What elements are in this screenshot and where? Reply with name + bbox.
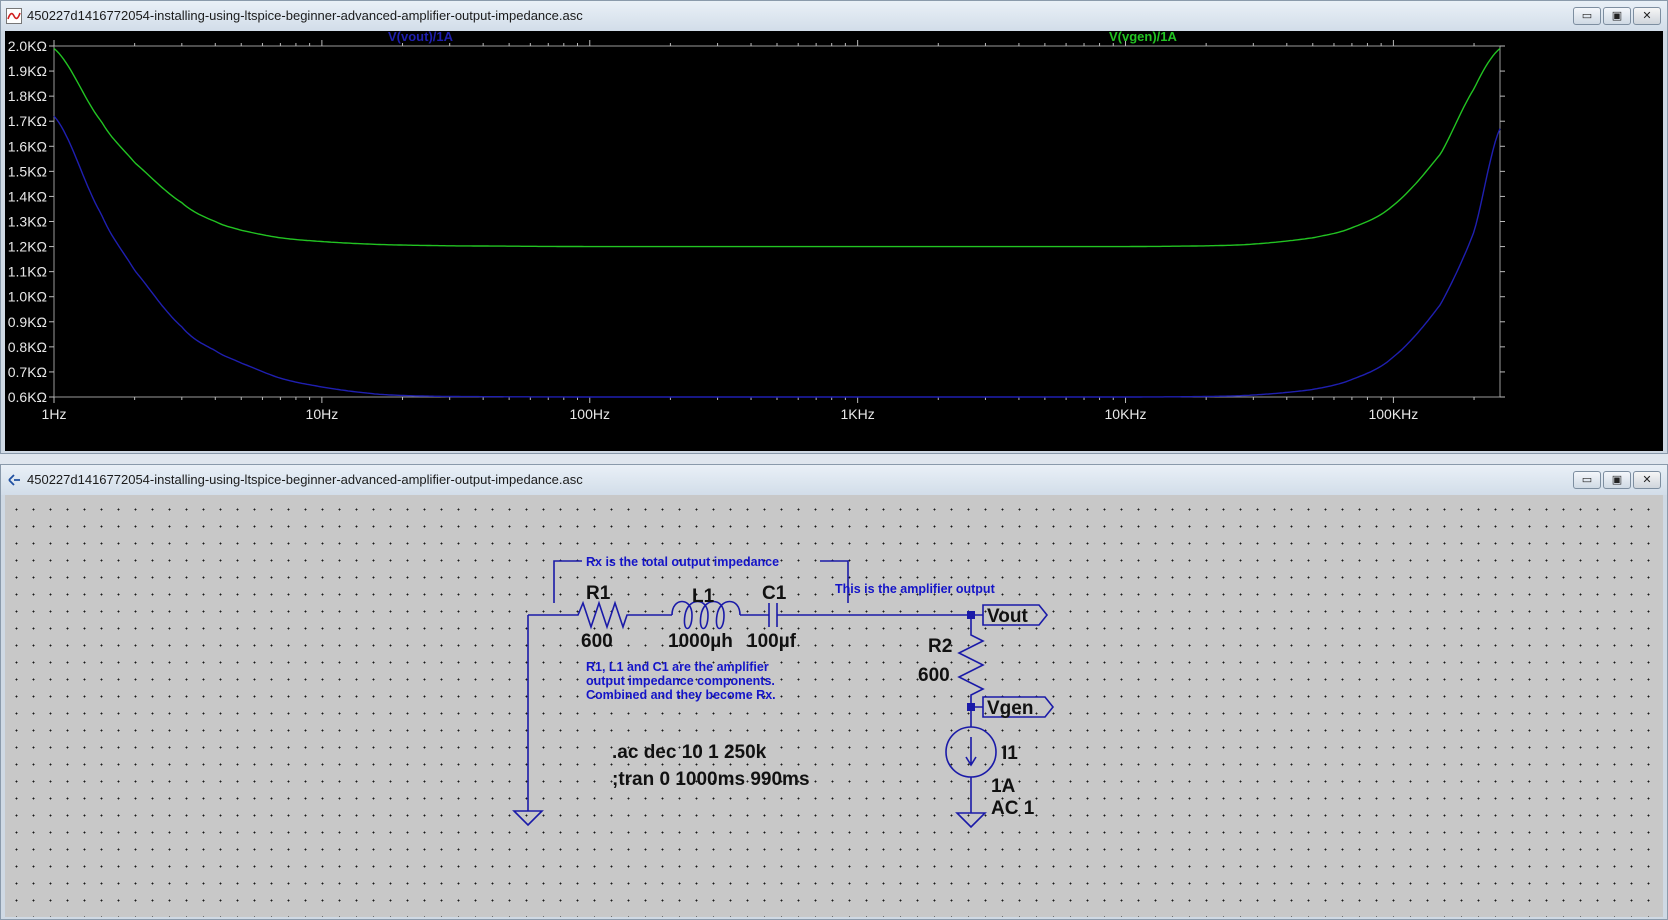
- directive-ac[interactable]: .ac dec 10 1 250k: [612, 742, 767, 763]
- y-tick-label: 1.4KΩ: [8, 188, 47, 204]
- x-tick-label: 100Hz: [570, 406, 610, 422]
- capacitor-c1[interactable]: [768, 603, 778, 627]
- plot-close-button[interactable]: ✕: [1633, 7, 1661, 25]
- schematic-window: 450227d1416772054-installing-using-ltspi…: [0, 464, 1668, 920]
- ground-symbol-left: [512, 810, 544, 827]
- circuit-diagram[interactable]: Rx is the total output impedance This is…: [5, 495, 1663, 917]
- r2-value[interactable]: 600: [918, 665, 950, 686]
- y-tick-label: 1.9KΩ: [8, 63, 47, 79]
- legend-entry-0: V(vout)/1A: [388, 31, 454, 44]
- comment-rx-total[interactable]: Rx is the total output impedance: [586, 555, 779, 569]
- i1-ac-value[interactable]: AC 1: [991, 798, 1035, 819]
- net-vgen-label[interactable]: Vgen: [987, 698, 1033, 719]
- c1-value[interactable]: 100µf: [747, 631, 797, 652]
- schematic-minimize-button[interactable]: ▭: [1573, 471, 1601, 489]
- plot-frame: [53, 45, 1501, 398]
- l1-name[interactable]: L1: [692, 586, 715, 607]
- y-tick-label: 1.2KΩ: [8, 239, 47, 255]
- current-arrow-icon: [965, 737, 977, 767]
- y-tick-label: 1.7KΩ: [8, 113, 47, 129]
- series-line-0: [53, 115, 1501, 398]
- comment-desc-line2[interactable]: output impedance components.: [586, 674, 775, 688]
- plot-area[interactable]: 2.0KΩ 1.9KΩ 1.8KΩ 1.7KΩ 1.6KΩ 1.5KΩ 1.4KΩ 1.3KΩ…: [5, 31, 1663, 451]
- schematic-canvas[interactable]: Rx is the total output impedance This is…: [5, 495, 1663, 917]
- r2-name[interactable]: R2: [928, 636, 952, 657]
- i1-name[interactable]: I1: [1002, 743, 1018, 764]
- c1-name[interactable]: C1: [762, 583, 787, 604]
- resistor-r1[interactable]: [572, 600, 672, 630]
- plot-titlebar[interactable]: 450227d1416772054-installing-using-ltspi…: [1, 1, 1667, 31]
- series-line-1: [53, 47, 1501, 248]
- schematic-restore-button[interactable]: ▣: [1603, 471, 1631, 489]
- l1-value[interactable]: 1000µh: [668, 631, 733, 652]
- directive-tran[interactable]: ;tran 0 1000ms 990ms: [612, 769, 810, 790]
- ground-symbol-right: [955, 812, 987, 829]
- x-tick-label: 100KHz: [1368, 406, 1418, 422]
- waveform-icon: [6, 8, 22, 24]
- plot-window: 450227d1416772054-installing-using-ltspi…: [0, 0, 1668, 454]
- schematic-close-button[interactable]: ✕: [1633, 471, 1661, 489]
- y-tick-label: 1.1KΩ: [8, 264, 47, 280]
- y-tick-label: 1.8KΩ: [8, 88, 47, 104]
- plot-minimize-button[interactable]: ▭: [1573, 7, 1601, 25]
- schematic-window-title: 450227d1416772054-installing-using-ltspi…: [27, 472, 583, 487]
- x-tick-label: 1Hz: [42, 406, 67, 422]
- comment-desc-line3[interactable]: Combined and they become Rx.: [586, 688, 776, 702]
- plot-window-title: 450227d1416772054-installing-using-ltspi…: [27, 8, 583, 23]
- plot-restore-button[interactable]: ▣: [1603, 7, 1631, 25]
- net-vout-label[interactable]: Vout: [987, 606, 1028, 627]
- y-tick-label: 0.8KΩ: [8, 339, 47, 355]
- y-tick-label: 0.9KΩ: [8, 314, 47, 330]
- y-tick-label: 1.6KΩ: [8, 138, 47, 154]
- schematic-icon: [8, 474, 20, 486]
- x-tick-label: 10Hz: [306, 406, 339, 422]
- y-tick-label: 0.6KΩ: [8, 389, 47, 405]
- comment-desc-line1[interactable]: R1, L1 and C1 are the amplifier: [586, 660, 769, 674]
- r1-value[interactable]: 600: [581, 631, 613, 652]
- x-tick-label: 1KHz: [841, 406, 875, 422]
- x-tick-label: 10KHz: [1105, 406, 1147, 422]
- impedance-chart[interactable]: 2.0KΩ 1.9KΩ 1.8KΩ 1.7KΩ 1.6KΩ 1.5KΩ 1.4KΩ 1.3KΩ…: [5, 31, 1663, 451]
- y-tick-label: 2.0KΩ: [8, 38, 47, 54]
- y-tick-label: 1.3KΩ: [8, 214, 47, 230]
- y-tick-label: 1.5KΩ: [8, 163, 47, 179]
- legend-entry-1: V(vgen)/1A: [1109, 31, 1178, 44]
- y-tick-label: 0.7KΩ: [8, 364, 47, 380]
- i1-value[interactable]: 1A: [991, 776, 1016, 797]
- r1-name[interactable]: R1: [586, 583, 611, 604]
- resistor-r2[interactable]: [957, 615, 985, 707]
- comment-amp-output[interactable]: This is the amplifier output: [835, 582, 996, 596]
- schematic-titlebar[interactable]: 450227d1416772054-installing-using-ltspi…: [1, 465, 1667, 495]
- y-tick-label: 1.0KΩ: [8, 289, 47, 305]
